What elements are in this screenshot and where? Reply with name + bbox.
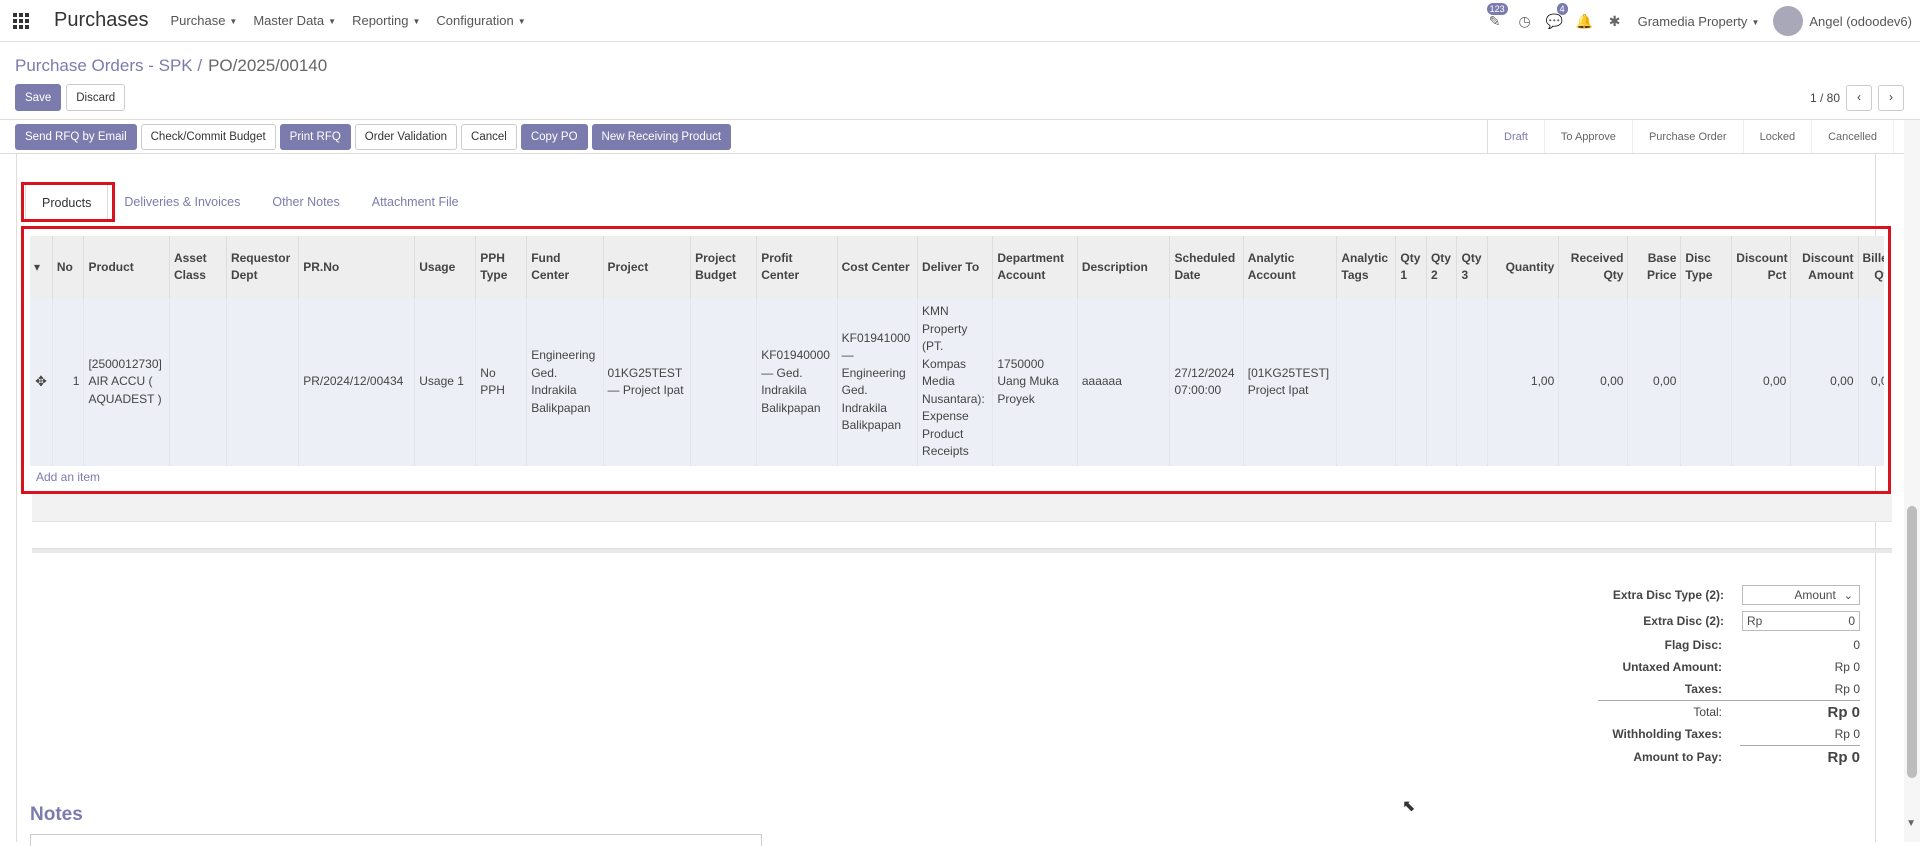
tab-other-notes[interactable]: Other Notes (256, 184, 355, 220)
activity-badge: 123 (1486, 3, 1508, 15)
tab-deliveries-invoices[interactable]: Deliveries & Invoices (108, 184, 256, 220)
breadcrumb: Purchase Orders - SPK / PO/2025/00140 (15, 56, 327, 76)
stage-locked: Locked (1744, 120, 1813, 153)
control-panel: Purchase Orders - SPK / PO/2025/00140 Sav… (0, 42, 1920, 120)
table-footer-band (32, 494, 1892, 522)
user-menu[interactable]: Angel (odoodev6) (1809, 14, 1912, 29)
pager-previous-button[interactable]: ‹ (1846, 85, 1872, 111)
check-commit-budget-button[interactable]: Check/Commit Budget (140, 124, 276, 150)
discard-button[interactable]: Discard (66, 84, 126, 111)
amount-to-pay-value: Rp 0 (1827, 748, 1860, 766)
flag-disc-value: 0 (1853, 638, 1860, 652)
menu-configuration[interactable]: Configuration ▼ (436, 13, 525, 28)
apps-menu-icon[interactable] (0, 0, 42, 42)
flag-disc-label: Flag Disc: (1664, 638, 1722, 652)
untaxed-amount-label: Untaxed Amount: (1622, 660, 1722, 674)
notes-title: Notes (30, 804, 83, 825)
menu-purchase[interactable]: Purchase ▼ (171, 13, 238, 28)
tab-attachment-file[interactable]: Attachment File (356, 184, 475, 220)
withholding-taxes-label: Withholding Taxes: (1612, 727, 1722, 741)
scroll-down-icon[interactable]: ▼ (1906, 818, 1916, 829)
order-validation-button[interactable]: Order Validation (354, 124, 458, 150)
company-switcher[interactable]: Gramedia Property ▼ (1638, 14, 1760, 29)
chat-icon[interactable]: 💬 4 (1540, 0, 1570, 42)
new-receiving-product-button[interactable]: New Receiving Product (591, 124, 732, 150)
app-title[interactable]: Purchases (54, 9, 149, 32)
taxes-label: Taxes: (1684, 682, 1722, 696)
avatar[interactable] (1773, 6, 1804, 36)
stage-to-approve: To Approve (1545, 120, 1633, 153)
notes-field[interactable] (30, 834, 762, 846)
copy-po-button[interactable]: Copy PO (520, 124, 588, 150)
status-stages: Draft To Approve Purchase Order Locked C… (1487, 120, 1894, 153)
edit-activity-icon[interactable]: ✎ 123 (1480, 0, 1510, 42)
menu-reporting[interactable]: Reporting ▼ (352, 13, 420, 28)
mouse-cursor-icon: ⬉ (1402, 798, 1416, 815)
totals-panel: Extra Disc Type (2): Amount ⌄ Extra Disc … (1580, 582, 1860, 768)
extra-disc-label: Extra Disc (2): (1643, 614, 1724, 628)
withholding-taxes-value: Rp 0 (1834, 727, 1860, 741)
breadcrumb-parent[interactable]: Purchase Orders - SPK / (15, 56, 202, 75)
print-rfq-button[interactable]: Print RFQ (279, 124, 351, 150)
chevron-down-icon: ⌄ (1843, 589, 1853, 602)
pager-value: 1 / 80 (1809, 91, 1840, 105)
save-button[interactable]: Save (15, 84, 62, 111)
cancel-button[interactable]: Cancel (461, 124, 517, 150)
status-bar: Send RFQ by Email Check/Commit Budget Pr… (0, 120, 1920, 154)
taxes-value: Rp 0 (1834, 682, 1860, 696)
extra-disc-type-label: Extra Disc Type (2): (1612, 588, 1724, 602)
top-navbar: Purchases Purchase ▼ Master Data ▼ Reporti… (0, 0, 1920, 42)
messages-badge: 4 (1556, 3, 1568, 15)
amount-to-pay-label: Amount to Pay: (1633, 750, 1722, 764)
extra-disc-input[interactable]: Rp 0 (1742, 611, 1860, 631)
breadcrumb-current: PO/2025/00140 (208, 56, 328, 75)
untaxed-amount-value: Rp 0 (1834, 660, 1860, 674)
pager-next-button[interactable]: › (1878, 85, 1904, 111)
scrollbar-thumb[interactable] (1907, 506, 1917, 778)
bell-icon[interactable]: 🔔 (1570, 0, 1600, 42)
bug-icon[interactable]: ✱ (1600, 0, 1630, 42)
stage-draft: Draft (1488, 120, 1545, 153)
stage-purchase-order: Purchase Order (1633, 120, 1744, 153)
clock-icon[interactable]: ◷ (1510, 0, 1540, 42)
total-label: Total: (1693, 705, 1722, 719)
send-rfq-button[interactable]: Send RFQ by Email (15, 124, 137, 150)
pager: 1 / 80 ‹ › (1810, 85, 1904, 111)
section-divider (32, 548, 1892, 553)
total-value: Rp 0 (1827, 703, 1860, 721)
menu-master-data[interactable]: Master Data ▼ (253, 13, 336, 28)
systray: ✎ 123 ◷ 💬 4 🔔 ✱ Gramedia Property ▼ Angel (… (1480, 0, 1920, 42)
extra-disc-type-select[interactable]: Amount ⌄ (1742, 585, 1860, 605)
vertical-scrollbar[interactable] (1904, 120, 1920, 842)
header-buttons: Send RFQ by Email Check/Commit Budget Pr… (15, 124, 732, 150)
highlight-products-tab (21, 182, 115, 222)
stage-cancelled: Cancelled (1812, 120, 1894, 153)
highlight-order-lines (21, 226, 1891, 494)
